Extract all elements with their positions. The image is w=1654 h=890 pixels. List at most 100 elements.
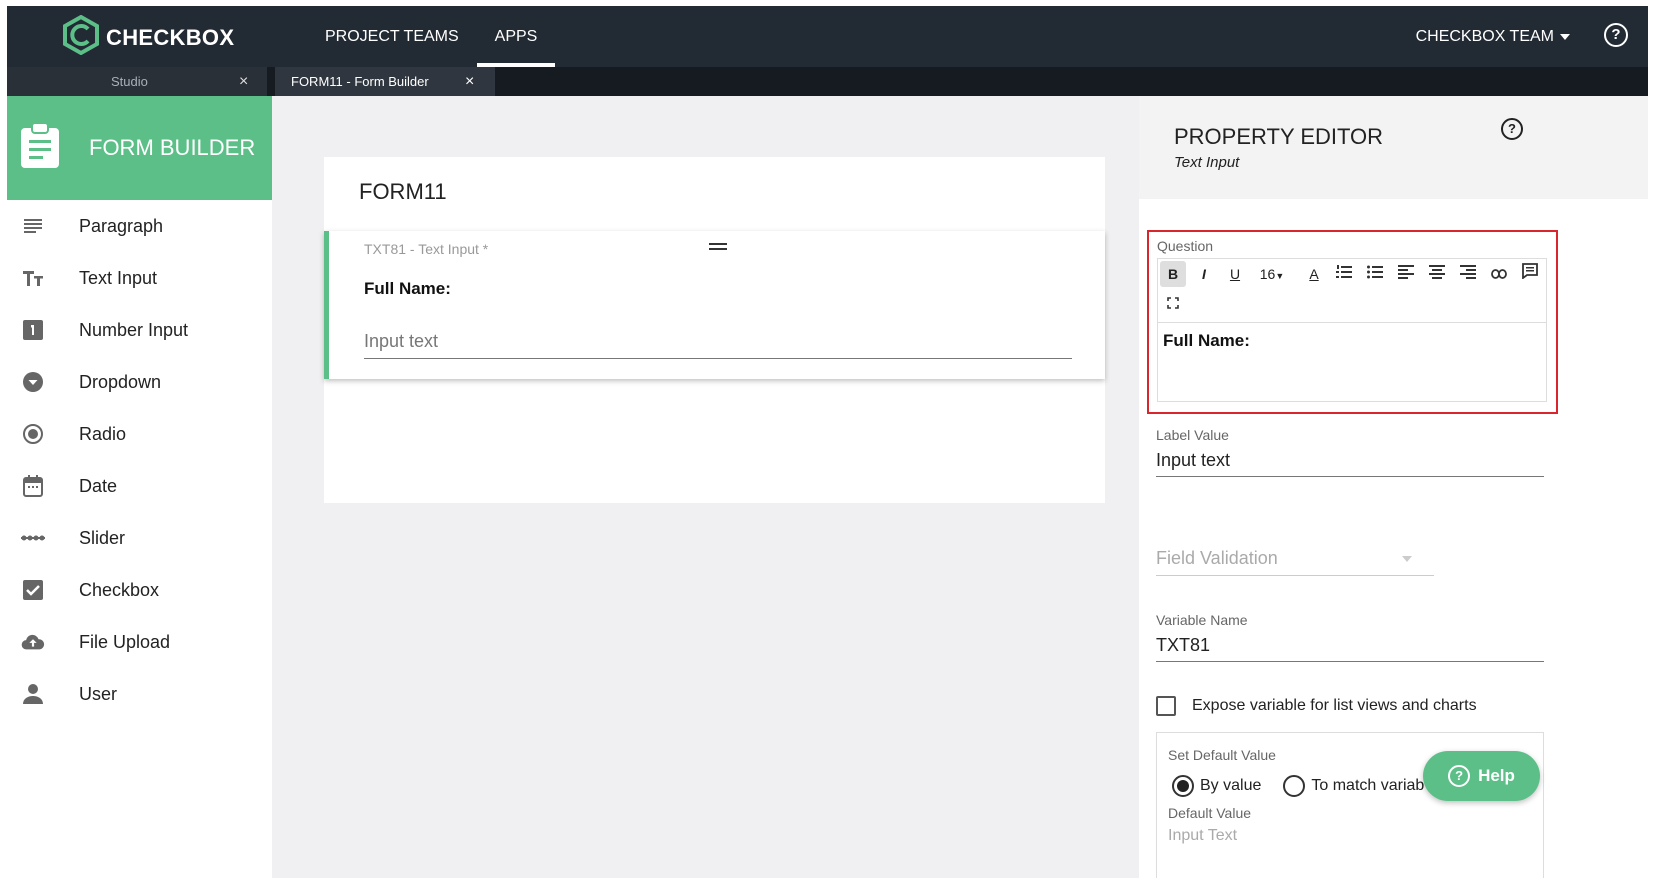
help-circle-icon[interactable]: ? <box>1501 118 1523 140</box>
property-editor-subtitle: Text Input <box>1174 154 1240 171</box>
radio-match-variable[interactable] <box>1283 775 1306 797</box>
radio-match-variable-label: To match variab <box>1311 777 1425 794</box>
variable-name-label: Variable Name <box>1156 612 1248 628</box>
ordered-list-icon[interactable] <box>1331 261 1357 287</box>
user-icon <box>21 682 45 706</box>
tool-label: Dropdown <box>79 371 162 392</box>
chevron-down-icon <box>1560 33 1570 40</box>
checkbox-icon <box>21 578 45 602</box>
tool-text-input[interactable]: Text Input <box>7 252 272 304</box>
tool-label: Checkbox <box>79 579 160 600</box>
field-input-preview[interactable]: Input text <box>364 331 1072 359</box>
close-icon[interactable]: × <box>465 67 474 96</box>
tool-user[interactable]: User <box>7 668 272 720</box>
field-question-label: Full Name: <box>364 279 451 298</box>
font-size-value: 16 <box>1259 266 1276 282</box>
tool-date[interactable]: Date <box>7 460 272 512</box>
align-left-icon[interactable] <box>1393 261 1419 287</box>
default-value-options: By value To match variab <box>1172 775 1424 797</box>
bold-button[interactable]: B <box>1160 261 1186 287</box>
close-icon[interactable]: × <box>239 67 248 96</box>
calendar-icon <box>21 474 45 498</box>
team-menu[interactable]: CHECKBOX TEAM <box>1416 6 1570 67</box>
label-value-input[interactable]: Input text <box>1156 450 1544 477</box>
nav-apps[interactable]: APPS <box>476 6 556 67</box>
dropdown-icon <box>21 370 45 394</box>
radio-by-value[interactable] <box>1172 775 1194 797</box>
logo-text: CHECKBOX <box>106 24 235 50</box>
tool-label: Radio <box>79 423 127 444</box>
brand-logo[interactable]: CHECKBOX <box>62 14 235 60</box>
default-value-sublabel: Default Value <box>1168 805 1252 821</box>
italic-button[interactable]: I <box>1191 261 1217 287</box>
label-value-label: Label Value <box>1156 427 1229 443</box>
field-validation-select[interactable]: Field Validation <box>1156 548 1434 576</box>
tab-label: Studio <box>111 74 148 89</box>
tool-dropdown[interactable]: Dropdown <box>7 356 272 408</box>
expose-variable-option[interactable]: Expose variable for list views and chart… <box>1156 696 1477 716</box>
link-icon[interactable] <box>1486 261 1512 287</box>
tool-radio[interactable]: Radio <box>7 408 272 460</box>
font-size-dropdown[interactable]: 16▼ <box>1254 261 1290 287</box>
question-editor: Question B I U 16▼ A Full Name: <box>1147 230 1558 414</box>
form-title: FORM11 <box>359 179 447 204</box>
property-editor-header: PROPERTY EDITOR Text Input ? <box>1139 96 1648 199</box>
tool-label: File Upload <box>79 631 171 652</box>
form-canvas: FORM11 TXT81 - Text Input * Full Name: I… <box>272 96 1139 878</box>
expose-variable-checkbox[interactable] <box>1156 696 1176 716</box>
form-builder-title: FORM BUILDER <box>89 135 256 160</box>
tool-label: Date <box>79 475 118 496</box>
tool-label: User <box>79 683 118 704</box>
top-nav: PROJECT TEAMS APPS <box>307 6 556 67</box>
align-right-icon[interactable] <box>1455 261 1481 287</box>
nav-project-teams[interactable]: PROJECT TEAMS <box>307 6 477 67</box>
tool-file-upload[interactable]: File Upload <box>7 616 272 668</box>
team-name: CHECKBOX TEAM <box>1415 28 1554 45</box>
align-center-icon[interactable] <box>1424 261 1450 287</box>
tool-checkbox[interactable]: Checkbox <box>7 564 272 616</box>
tool-label: Slider <box>79 527 126 548</box>
tool-paragraph[interactable]: Paragraph <box>7 200 272 252</box>
number-input-icon <box>21 318 45 342</box>
fullscreen-icon[interactable] <box>1160 291 1186 317</box>
form-builder-header: FORM BUILDER <box>7 96 272 200</box>
radio-icon <box>21 422 45 446</box>
variable-name-input[interactable]: TXT81 <box>1156 635 1544 662</box>
help-button[interactable]: ? Help <box>1423 751 1540 801</box>
rich-text-toolbar: B I U 16▼ A <box>1158 259 1546 323</box>
property-editor-title: PROPERTY EDITOR <box>1174 124 1384 149</box>
comment-icon[interactable] <box>1517 261 1543 287</box>
field-meta: TXT81 - Text Input * <box>364 241 489 257</box>
tab-label: FORM11 - Form Builder <box>291 74 429 89</box>
field-validation-placeholder: Field Validation <box>1156 548 1278 568</box>
help-button-label: Help <box>1478 766 1515 785</box>
form-builder-sidebar: FORM BUILDER Paragraph Text Input Number… <box>7 96 272 878</box>
question-label: Question <box>1157 238 1214 254</box>
tool-label: Number Input <box>79 319 189 340</box>
tool-label: Paragraph <box>79 215 164 236</box>
default-value-input[interactable]: Input Text <box>1168 827 1237 845</box>
checkbox-logo-icon <box>62 14 100 60</box>
tool-slider[interactable]: Slider <box>7 512 272 564</box>
tab-bar: Studio × FORM11 - Form Builder × <box>7 67 1648 96</box>
cloud-upload-icon <box>21 630 45 654</box>
form-card: FORM11 TXT81 - Text Input * Full Name: I… <box>324 157 1105 503</box>
drag-handle-icon[interactable] <box>709 243 727 253</box>
chevron-down-icon: ▼ <box>1275 271 1285 281</box>
question-content[interactable]: Full Name: <box>1163 331 1250 351</box>
tab-form-builder[interactable]: FORM11 - Form Builder × <box>275 67 495 96</box>
tool-label: Text Input <box>79 267 158 288</box>
tool-number-input[interactable]: Number Input <box>7 304 272 356</box>
tab-studio[interactable]: Studio × <box>7 67 267 96</box>
font-color-button[interactable]: A <box>1301 261 1327 287</box>
help-circle-icon[interactable]: ? <box>1604 23 1628 47</box>
text-input-icon <box>21 266 45 290</box>
rich-text-editor[interactable]: B I U 16▼ A Full Name: <box>1157 258 1547 402</box>
radio-by-value-label: By value <box>1200 777 1262 794</box>
expose-variable-label: Expose variable for list views and chart… <box>1192 697 1477 714</box>
bulleted-list-icon[interactable] <box>1362 261 1388 287</box>
underline-button[interactable]: U <box>1222 261 1248 287</box>
text-input-field-card[interactable]: TXT81 - Text Input * Full Name: Input te… <box>324 231 1105 379</box>
property-editor: PROPERTY EDITOR Text Input ? Question B … <box>1139 96 1648 878</box>
paragraph-icon <box>21 214 45 238</box>
